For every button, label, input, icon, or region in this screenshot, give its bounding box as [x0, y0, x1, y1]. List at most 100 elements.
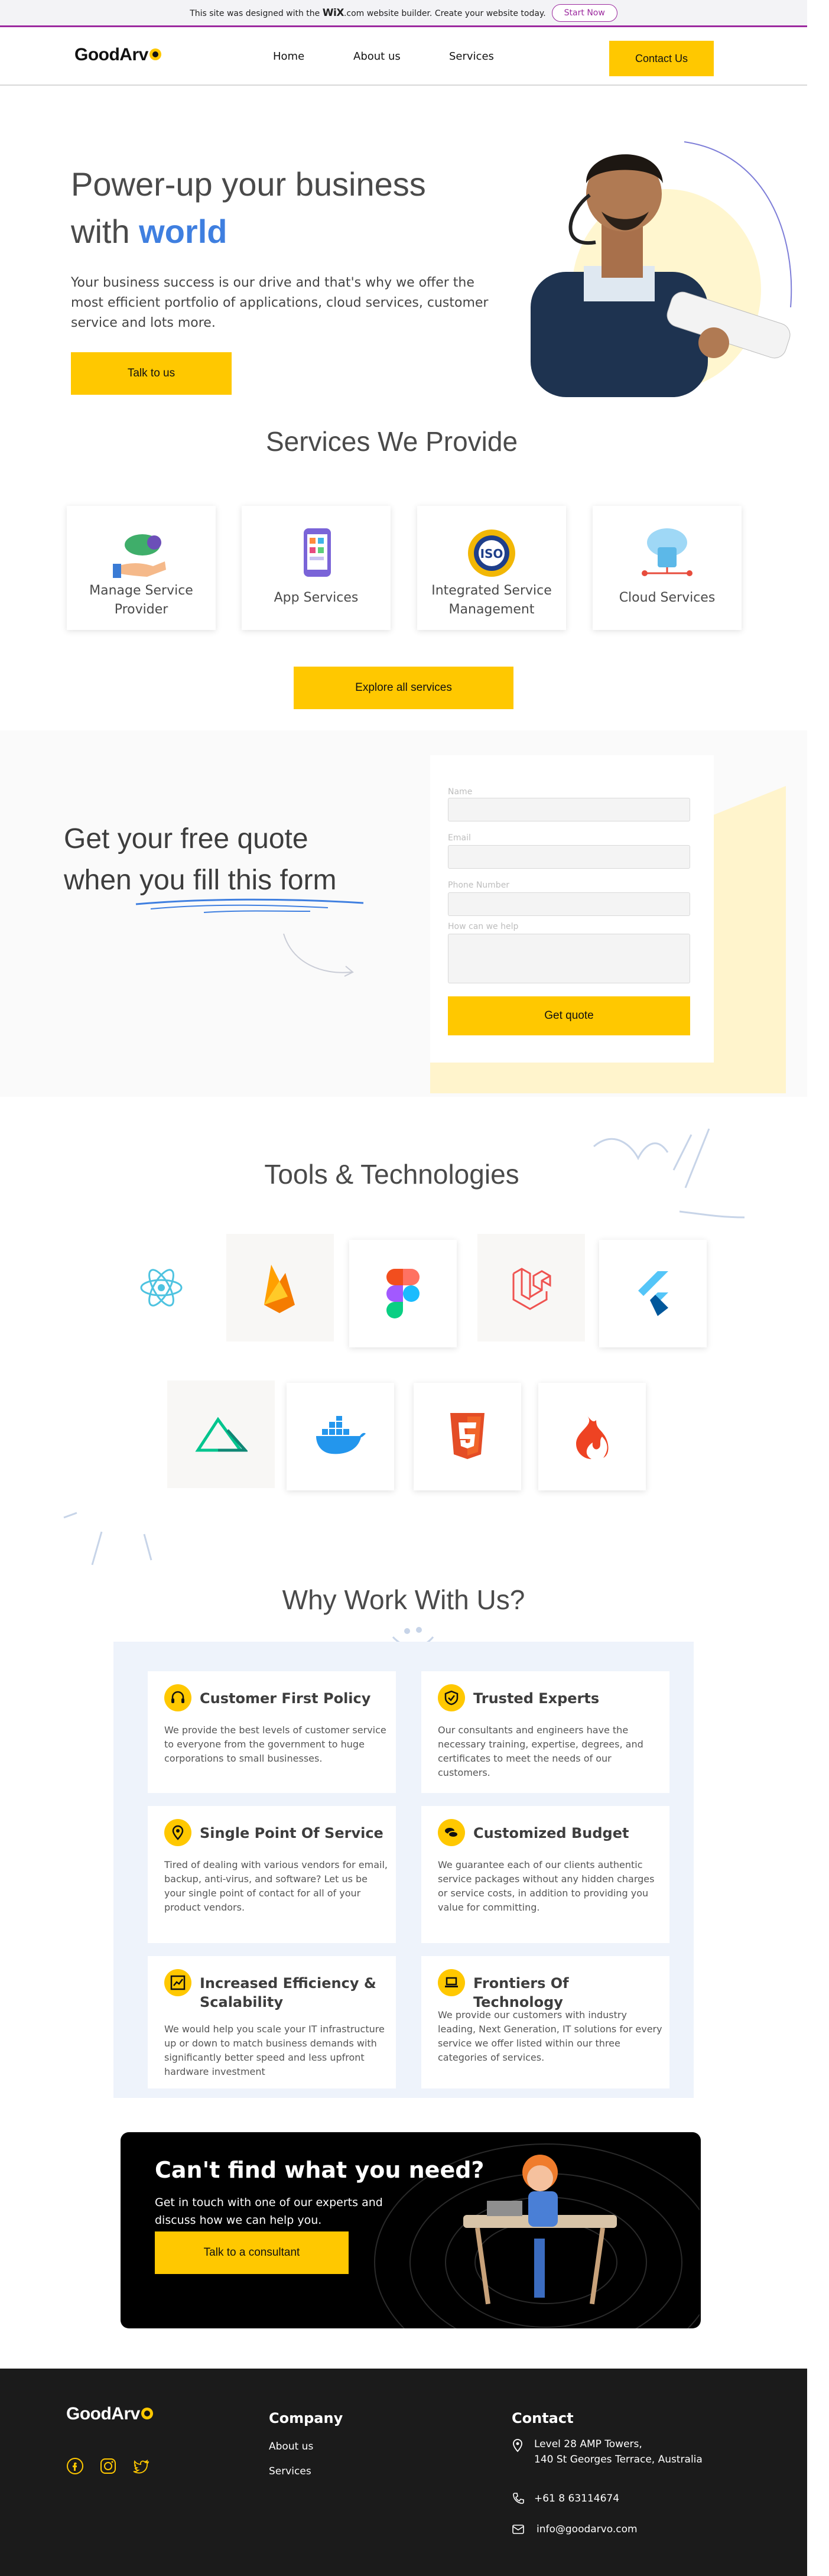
- why-card: Trusted Experts Our consultants and engi…: [421, 1671, 669, 1793]
- shield-check-icon: [438, 1684, 465, 1711]
- nav-about-us[interactable]: About us: [353, 50, 401, 63]
- facebook-icon[interactable]: [66, 2457, 84, 2475]
- footer-address-line2: 140 St Georges Terrace, Australia: [534, 2454, 703, 2465]
- email-field[interactable]: [448, 845, 690, 869]
- footer-phone[interactable]: +61 8 63114674: [534, 2493, 619, 2504]
- hero-title: Power-up your business with world: [71, 165, 426, 250]
- wix-logo[interactable]: WiX: [323, 7, 344, 19]
- wix-promo-text: This site was designed with the WiX.com …: [190, 7, 546, 19]
- why-card-text: We provide the best levels of customer s…: [164, 1724, 386, 1764]
- hero-image: [519, 118, 802, 397]
- phone-icon: [513, 2493, 524, 2504]
- tool-figma: [349, 1240, 457, 1347]
- tool-nuxt: [167, 1380, 275, 1488]
- why-card: Frontiers Of Technology We provide our c…: [421, 1956, 669, 2088]
- why-card-title: Customized Budget: [473, 1825, 629, 1841]
- mobile-app-icon: [304, 528, 331, 577]
- trend-chart-icon: [164, 1969, 191, 1996]
- logo-o-icon: [149, 48, 161, 61]
- flutter-icon: [638, 1271, 668, 1316]
- twitter-icon[interactable]: [132, 2457, 150, 2475]
- why-card-text: We provide our customers with industry l…: [438, 2009, 662, 2063]
- service-card-cloud[interactable]: Cloud Services: [593, 506, 742, 630]
- get-quote-button[interactable]: Get quote: [448, 996, 690, 1035]
- codeigniter-icon: [576, 1415, 609, 1459]
- email-label: Email: [448, 833, 471, 843]
- svg-text:ISO: ISO: [480, 547, 503, 561]
- why-card-title: Trusted Experts: [473, 1690, 600, 1707]
- hand-cloud-icon: [113, 534, 166, 578]
- talk-consultant-button[interactable]: Talk to a consultant: [155, 2231, 349, 2274]
- why-card-title: Increased Efficiency & Scalability: [200, 1975, 376, 2010]
- hero-subtitle: Your business success is our drive and t…: [71, 275, 489, 330]
- site-footer: GoodArv Company About us Services Contac…: [0, 2369, 807, 2576]
- mail-icon: [512, 2525, 524, 2534]
- service-card-integrated[interactable]: ISO Integrated Service Management: [417, 506, 566, 630]
- tool-html5: [414, 1383, 521, 1490]
- why-card-text: Tired of dealing with various vendors fo…: [164, 1859, 388, 1913]
- laptop-icon: [438, 1969, 465, 1996]
- tool-laravel: [477, 1234, 585, 1341]
- footer-link-services[interactable]: Services: [269, 2465, 311, 2477]
- instagram-icon[interactable]: [99, 2457, 117, 2475]
- service-card-manage[interactable]: Manage Service Provider: [67, 506, 216, 630]
- message-label: How can we help: [448, 922, 519, 931]
- start-now-button[interactable]: Start Now: [551, 4, 617, 22]
- talk-to-us-button[interactable]: Talk to us: [71, 352, 232, 395]
- social-links: [66, 2457, 150, 2475]
- name-field[interactable]: [448, 798, 690, 821]
- why-card-text: We would help you scale your IT infrastr…: [164, 2023, 385, 2077]
- react-icon: [140, 1269, 183, 1307]
- services-title: Services We Provide: [265, 426, 518, 457]
- footer-contact-heading: Contact: [512, 2410, 574, 2426]
- footer-link-about[interactable]: About us: [269, 2441, 313, 2452]
- nav-home[interactable]: Home: [273, 50, 304, 63]
- cta-text: Get in touch with one of our experts and…: [155, 2196, 383, 2227]
- why-card: Customized Budget We guarantee each of o…: [421, 1806, 669, 1943]
- why-card: Increased Efficiency & Scalability We wo…: [148, 1956, 396, 2088]
- phone-label: Phone Number: [448, 881, 510, 890]
- nuxt-icon: [195, 1417, 248, 1452]
- explore-services-button[interactable]: Explore all services: [294, 667, 513, 709]
- service-card-label: Cloud Services: [619, 590, 716, 605]
- quote-title: Get your free quote when you fill this f…: [64, 823, 337, 896]
- tool-flutter: [599, 1240, 707, 1347]
- decor-yellow-shape: [709, 786, 786, 1093]
- docker-icon: [316, 1416, 366, 1454]
- service-card-label: Manage Service Provider: [89, 583, 193, 617]
- location-pin-icon: [513, 2439, 522, 2452]
- why-card-title: Customer First Policy: [200, 1690, 371, 1707]
- footer-email[interactable]: info@goodarvo.com: [537, 2523, 638, 2535]
- service-card-app[interactable]: App Services: [242, 506, 391, 630]
- decor-yellow-band: [430, 1058, 786, 1093]
- nav-services[interactable]: Services: [449, 50, 494, 63]
- girl-desk-illustration: [463, 2155, 617, 2305]
- tool-codeigniter: [538, 1383, 646, 1490]
- phone-field[interactable]: [448, 892, 690, 916]
- page: This site was designed with the WiX.com …: [0, 0, 829, 2576]
- site-logo[interactable]: GoodArv: [74, 45, 161, 65]
- why-card-title: Single Point Of Service: [200, 1825, 383, 1841]
- tools-title: Tools & Technologies: [264, 1159, 519, 1190]
- footer-logo[interactable]: GoodArv: [66, 2404, 153, 2424]
- cta-banner: Can't find what you need? Get in touch w…: [121, 2132, 701, 2328]
- quote-form: Name Email Phone Number How can we help …: [430, 755, 714, 1063]
- service-card-label: Integrated Service Management: [431, 583, 552, 617]
- wix-promo-bar: This site was designed with the WiX.com …: [0, 0, 807, 27]
- message-field[interactable]: [448, 934, 690, 983]
- logo-o-icon: [141, 2408, 153, 2420]
- laravel-icon: [512, 1268, 551, 1310]
- why-card-text: Our consultants and engineers have the n…: [438, 1724, 643, 1778]
- location-pin-icon: [164, 1819, 191, 1846]
- headset-icon: [164, 1684, 191, 1711]
- hero-highlight: world: [139, 213, 227, 250]
- footer-company-heading: Company: [269, 2410, 343, 2426]
- businessman-illustration: [531, 141, 792, 397]
- name-label: Name: [448, 787, 473, 797]
- site-header: GoodArv Home About us Services Contact U…: [0, 29, 807, 86]
- why-card-text: We guarantee each of our clients authent…: [438, 1859, 655, 1913]
- contact-us-button[interactable]: Contact Us: [609, 41, 714, 76]
- why-card: Single Point Of Service Tired of dealing…: [148, 1806, 396, 1943]
- why-card-title: Frontiers Of Technology: [473, 1975, 569, 2010]
- service-card-label: App Services: [274, 590, 359, 605]
